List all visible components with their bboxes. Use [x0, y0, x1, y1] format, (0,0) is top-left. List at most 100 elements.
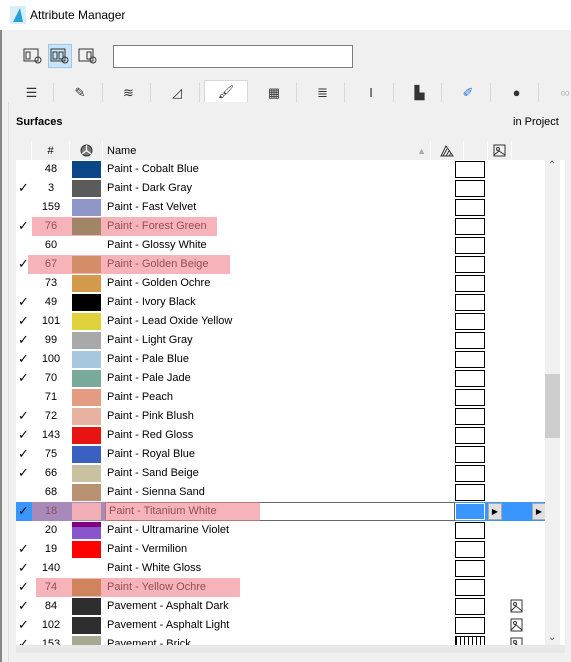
- texture-image-icon[interactable]: [510, 599, 523, 613]
- color-swatch[interactable]: [72, 484, 101, 501]
- table-row[interactable]: 71 Paint - Peach: [16, 388, 546, 407]
- fill-swatch[interactable]: [455, 465, 485, 482]
- color-swatch[interactable]: [72, 294, 101, 311]
- check-column-header[interactable]: [16, 141, 32, 160]
- tab-link[interactable]: ∞: [544, 83, 571, 102]
- color-swatch[interactable]: [72, 313, 101, 330]
- fill-swatch[interactable]: [455, 294, 485, 311]
- color-swatch[interactable]: [72, 446, 101, 463]
- color-swatch[interactable]: [72, 541, 101, 558]
- color-swatch[interactable]: [72, 161, 101, 178]
- tab-markup[interactable]: ✐: [447, 83, 491, 102]
- table-row[interactable]: 48 Paint - Cobalt Blue: [16, 160, 546, 179]
- color-swatch[interactable]: [72, 180, 101, 197]
- tab-pen[interactable]: ✎: [59, 83, 103, 102]
- fill-swatch[interactable]: [455, 161, 485, 178]
- color-swatch[interactable]: [72, 332, 101, 349]
- table-row[interactable]: ✓ 102 Pavement - Asphalt Light: [16, 616, 546, 635]
- table-row[interactable]: 20 Paint - Ultramarine Violet: [16, 521, 546, 540]
- tab-line-type[interactable]: ≋: [107, 83, 151, 102]
- table-row[interactable]: ✓ 70 Paint - Pale Jade: [16, 369, 546, 388]
- fill-swatch[interactable]: [455, 446, 485, 463]
- fill-swatch[interactable]: [455, 560, 485, 577]
- scroll-down-icon[interactable]: ⌄: [548, 632, 556, 643]
- table-row[interactable]: 60 Paint - Glossy White: [16, 236, 546, 255]
- horizontal-scrollbar[interactable]: [16, 645, 565, 653]
- scrollbar-thumb[interactable]: [545, 374, 560, 438]
- table-row[interactable]: 68 Paint - Sienna Sand: [16, 483, 546, 502]
- table-row[interactable]: ✓ 3 Paint - Dark Gray: [16, 179, 546, 198]
- left-panel-view-button[interactable]: [21, 44, 45, 68]
- tab-building-material[interactable]: ▦: [253, 83, 297, 102]
- fill-swatch[interactable]: [455, 408, 485, 425]
- number-column-header[interactable]: #: [32, 141, 70, 160]
- color-swatch[interactable]: [72, 617, 101, 634]
- tab-composite[interactable]: ≣: [301, 83, 345, 102]
- fill-swatch[interactable]: [455, 370, 485, 387]
- table-row[interactable]: ✓ 75 Paint - Royal Blue: [16, 445, 546, 464]
- fill-column-header[interactable]: [431, 141, 464, 160]
- color-column-header[interactable]: [70, 141, 103, 160]
- table-row[interactable]: ✓ 72 Paint - Pink Blush: [16, 407, 546, 426]
- fill-swatch[interactable]: [455, 389, 485, 406]
- tab-surface-brush[interactable]: 🖌: [204, 80, 248, 102]
- table-row[interactable]: ✓ 84 Pavement - Asphalt Dark: [16, 597, 546, 616]
- table-row[interactable]: ✓ 19 Paint - Vermilion: [16, 540, 546, 559]
- color-swatch[interactable]: [72, 199, 101, 216]
- row-name: Paint - Peach: [107, 391, 174, 403]
- row-number: 159: [41, 201, 61, 213]
- fill-swatch[interactable]: [455, 503, 485, 520]
- fill-swatch[interactable]: [455, 617, 485, 634]
- fill-swatch[interactable]: [455, 180, 485, 197]
- color-swatch[interactable]: [72, 370, 101, 387]
- fill-swatch[interactable]: [455, 218, 485, 235]
- table-row[interactable]: 159 Paint - Fast Velvet: [16, 198, 546, 217]
- table-row[interactable]: ✓ 140 Paint - White Gloss: [16, 559, 546, 578]
- fill-swatch[interactable]: [455, 237, 485, 254]
- color-swatch[interactable]: [72, 389, 101, 406]
- fill-swatch[interactable]: [455, 579, 485, 596]
- tab-profile[interactable]: Ι: [350, 83, 394, 102]
- fill-swatch[interactable]: [455, 522, 485, 539]
- row-name: Paint - Fast Velvet: [107, 201, 197, 213]
- fill-swatch[interactable]: [455, 332, 485, 349]
- fill-swatch[interactable]: [455, 199, 485, 216]
- color-swatch[interactable]: [72, 427, 101, 444]
- fill-swatch[interactable]: [455, 256, 485, 273]
- color-swatch[interactable]: [72, 408, 101, 425]
- fill-swatch[interactable]: [455, 484, 485, 501]
- texture-image-icon[interactable]: [510, 618, 523, 632]
- fill-swatch[interactable]: [455, 275, 485, 292]
- search-input[interactable]: [113, 45, 353, 68]
- tab-layers[interactable]: ☰: [10, 83, 54, 102]
- table-row[interactable]: ✓ 49 Paint - Ivory Black: [16, 293, 546, 312]
- color-swatch[interactable]: [72, 598, 101, 615]
- color-swatch[interactable]: [72, 351, 101, 368]
- color-swatch[interactable]: [72, 522, 101, 539]
- tab-zone[interactable]: ▙: [398, 83, 442, 102]
- color-swatch[interactable]: [72, 465, 101, 482]
- fill-swatch[interactable]: [455, 313, 485, 330]
- table-row[interactable]: ✓ 101 Paint - Lead Oxide Yellow: [16, 312, 546, 331]
- scroll-up-icon[interactable]: ⌃: [548, 160, 556, 171]
- table-row[interactable]: ✓ 100 Paint - Pale Blue: [16, 350, 546, 369]
- table-row[interactable]: ✓ 143 Paint - Red Gloss: [16, 426, 546, 445]
- table-row[interactable]: ✓ 66 Paint - Sand Beige: [16, 464, 546, 483]
- both-panels-view-button[interactable]: [48, 44, 72, 68]
- texture-dropdown-arrow-icon[interactable]: ▶: [532, 503, 546, 520]
- tab-fill[interactable]: ◿: [156, 83, 200, 102]
- fill-swatch[interactable]: [455, 598, 485, 615]
- table-row[interactable]: ✓ 99 Paint - Light Gray: [16, 331, 546, 350]
- color-swatch[interactable]: [72, 275, 101, 292]
- fill-swatch[interactable]: [455, 541, 485, 558]
- right-panel-view-button[interactable]: [76, 44, 100, 68]
- fill-dropdown-arrow-icon[interactable]: ▶: [488, 503, 502, 520]
- tab-globe[interactable]: ●: [495, 83, 539, 102]
- in-project-label: in Project: [513, 116, 559, 128]
- texture-column-header[interactable]: [488, 141, 512, 160]
- row-number: 70: [44, 372, 58, 384]
- fill-swatch[interactable]: [455, 427, 485, 444]
- fill-swatch[interactable]: [455, 351, 485, 368]
- table-row[interactable]: 73 Paint - Golden Ochre: [16, 274, 546, 293]
- name-column-header[interactable]: Name ▲: [103, 141, 431, 160]
